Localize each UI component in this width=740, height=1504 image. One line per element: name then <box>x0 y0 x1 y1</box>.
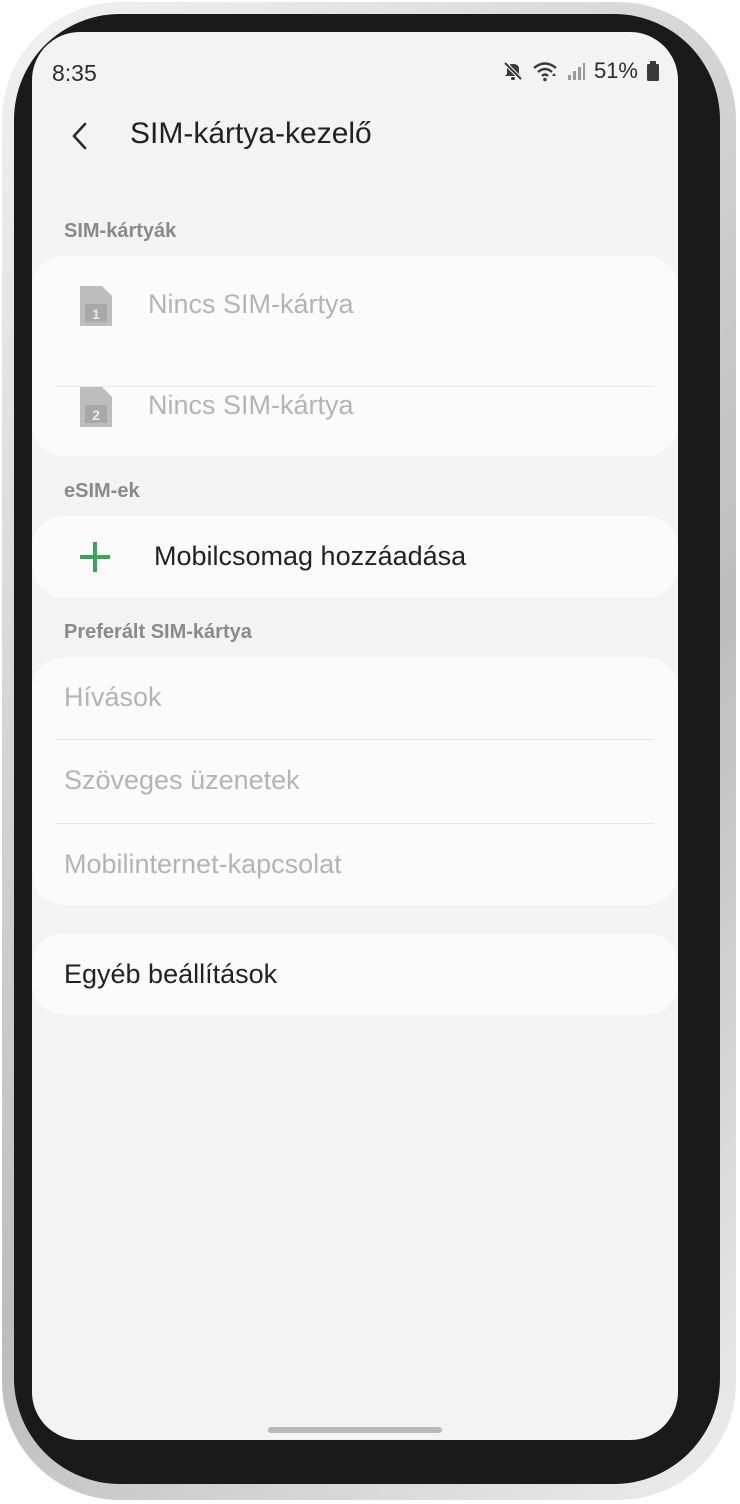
other-settings-row[interactable]: Egyéb beállítások <box>32 933 678 1015</box>
back-button[interactable] <box>60 116 100 156</box>
sim-card-2-icon: 2 <box>78 385 114 434</box>
signal-icon <box>566 61 586 81</box>
sim-card-1-icon: 1 <box>78 284 114 333</box>
page-title: SIM-kártya-kezelő <box>130 117 372 150</box>
status-icons: 51% <box>502 58 660 84</box>
esims-card: Mobilcsomag hozzáadása <box>32 516 678 598</box>
mute-icon <box>502 60 524 82</box>
sim-slot-2-label: Nincs SIM-kártya <box>148 390 354 420</box>
sim-cards-card: 1 Nincs SIM-kártya 2 Nincs SIM-kártya <box>32 256 678 456</box>
status-bar: 8:35 51% <box>32 32 678 96</box>
other-settings-label: Egyéb beállítások <box>64 959 278 989</box>
sim-slot-number: 2 <box>92 407 100 423</box>
wifi-icon <box>532 60 558 82</box>
add-mobile-plan-row[interactable]: Mobilcsomag hozzáadása <box>32 516 678 598</box>
battery-percent: 51% <box>593 58 638 83</box>
other-settings-card: Egyéb beállítások <box>32 933 678 1015</box>
status-time: 8:35 <box>52 60 97 86</box>
sim-slot-1-label: Nincs SIM-kártya <box>148 289 354 319</box>
plus-icon <box>76 538 114 581</box>
add-mobile-plan-label: Mobilcsomag hozzáadása <box>154 541 467 571</box>
text-messages-row[interactable]: Szöveges üzenetek <box>32 740 678 823</box>
preferred-sim-card: Hívások Szöveges üzenetek Mobilinternet-… <box>32 657 678 905</box>
section-header-esims: eSIM-ek <box>64 480 140 502</box>
calls-row[interactable]: Hívások <box>32 657 678 739</box>
section-header-sim-cards: SIM-kártyák <box>64 220 177 242</box>
mobile-data-row[interactable]: Mobilinternet-kapcsolat <box>32 824 678 905</box>
calls-label: Hívások <box>64 682 162 712</box>
app-bar: SIM-kártya-kezelő <box>32 104 678 168</box>
sim-slot-2-row[interactable]: 2 Nincs SIM-kártya <box>32 358 678 456</box>
screen: 8:35 51% SIM-kártya-kezelő SIM-kártyák 1… <box>32 32 678 1440</box>
chevron-left-icon <box>72 122 87 150</box>
sim-slot-number: 1 <box>92 306 100 322</box>
sim-slot-1-row[interactable]: 1 Nincs SIM-kártya <box>32 256 678 356</box>
mobile-data-label: Mobilinternet-kapcsolat <box>64 849 342 879</box>
home-indicator[interactable] <box>268 1427 442 1433</box>
section-header-preferred-sim: Preferált SIM-kártya <box>64 621 252 643</box>
text-messages-label: Szöveges üzenetek <box>64 765 300 795</box>
battery-icon <box>646 60 660 82</box>
